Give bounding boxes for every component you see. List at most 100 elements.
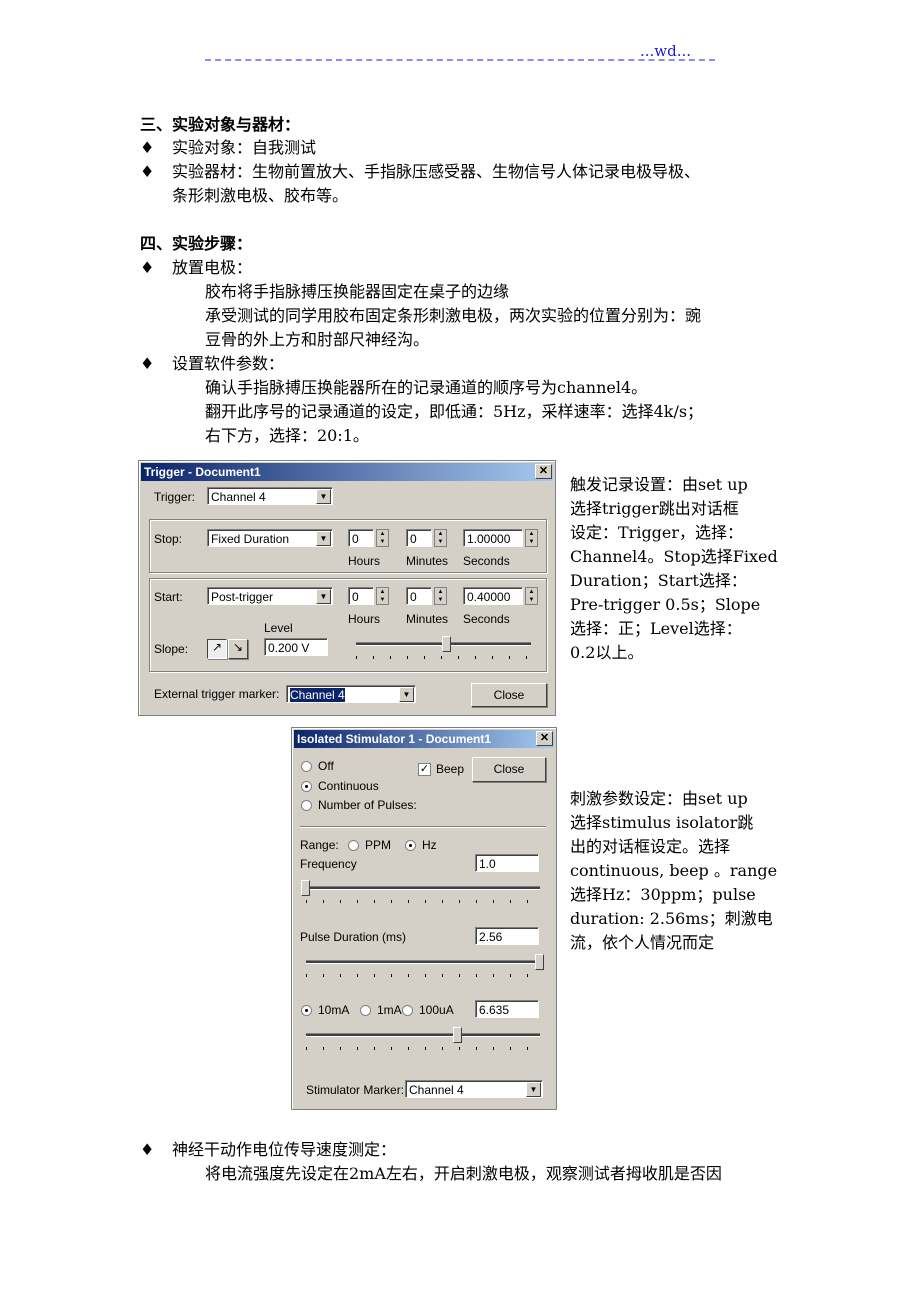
list-item: 实验对象：自我测试 [172,138,317,157]
bullet-icon: ♦ [140,258,155,277]
stimulator-dialog: Isolated Stimulator 1 - Document1 ✕ Off … [291,727,557,1110]
step-2-line: 右下方，选择：20:1。 [205,426,369,445]
header-mark: ...wd... [640,42,692,60]
ppm-label: PPM [365,838,392,852]
start-hours-input[interactable]: 0 [348,587,374,605]
note-line: 触发记录设置：由set up [570,475,748,494]
stimulator-marker-label: Stimulator Marker: [306,1083,405,1097]
close-button[interactable]: Close [472,757,546,782]
frequency-label: Frequency [300,857,357,871]
stop-value: Fixed Duration [211,532,290,546]
100ua-radio[interactable] [402,1005,413,1016]
note-line: Duration；Start选择： [570,571,747,590]
ppm-radio[interactable] [348,840,359,851]
chevron-down-icon[interactable]: ▼ [316,589,331,604]
slope-falling-button[interactable]: ↘ [228,639,248,659]
pulse-duration-slider[interactable] [306,954,544,977]
minutes-label: Minutes [406,612,449,626]
chevron-down-icon[interactable]: ▼ [526,1082,541,1097]
start-select[interactable]: Post-trigger ▼ [207,587,333,605]
slope-rising-button[interactable]: ↗ [207,639,227,659]
spinner-icon[interactable]: ▲ ▼ [525,529,538,547]
note-line: duration: 2.56ms；刺激电 [570,909,773,928]
start-seconds-input[interactable]: 0.40000 [463,587,523,605]
pulses-label: Number of Pulses: [318,798,417,812]
close-icon[interactable]: ✕ [536,731,553,746]
close-icon[interactable]: ✕ [535,464,552,479]
note-line: 选择：正；Level选择： [570,619,742,638]
start-minutes-input[interactable]: 0 [406,587,432,605]
frequency-slider[interactable] [301,880,540,903]
range-label: Range: [300,838,339,852]
note-line: 刺激参数设定：由set up [570,789,748,808]
minutes-label: Minutes [406,554,449,568]
note-line: continuous, beep 。range [570,861,778,880]
seconds-label: Seconds [463,554,510,568]
chevron-down-icon[interactable]: ▼ [316,489,331,504]
trigger-dialog: Trigger - Document1 ✕ Trigger: Channel 4… [138,460,556,716]
stop-hours-input[interactable]: 0 [348,529,374,547]
slider-thumb[interactable] [535,954,544,970]
header-divider [205,59,715,61]
trigger-label: Trigger: [154,490,195,504]
list-item: 实验器材：生物前置放大、手指脉压感受器、生物信号人体记录电极导极、 [172,162,701,181]
current-input[interactable]: 6.635 [475,1000,539,1018]
1ma-radio[interactable] [360,1005,371,1016]
10ma-label: 10mA [318,1003,350,1017]
note-line: 流，依个人情况而定 [570,933,715,952]
divider [300,826,546,828]
ext-trigger-label: External trigger marker: [154,687,280,701]
trigger-select[interactable]: Channel 4 ▼ [207,487,333,505]
bullet-icon: ♦ [140,138,155,157]
step-1-line: 承受测试的同学用胶布固定条形刺激电极，两次实验的位置分别为：豌 [205,306,702,325]
dialog-title: Trigger - Document1 [141,463,553,481]
slider-thumb[interactable] [301,880,310,896]
note-line: 选择stimulus isolator跳 [570,813,754,832]
spinner-icon[interactable]: ▲ ▼ [376,587,389,605]
hz-label: Hz [422,838,437,852]
off-radio[interactable] [301,761,312,772]
stop-minutes-input[interactable]: 0 [406,529,432,547]
close-button[interactable]: Close [471,683,547,707]
step-1-line: 豆骨的外上方和肘部尺神经沟。 [205,330,430,349]
stop-select[interactable]: Fixed Duration ▼ [207,529,333,547]
pulse-duration-input[interactable]: 2.56 [475,927,539,945]
spinner-icon[interactable]: ▲ ▼ [434,587,447,605]
pulses-radio[interactable] [301,800,312,811]
beep-checkbox[interactable]: ✓ [418,763,431,776]
1ma-label: 1mA [377,1003,402,1017]
spinner-icon[interactable]: ▲ ▼ [525,587,538,605]
level-input[interactable]: 0.200 V [264,638,328,656]
stop-label: Stop: [154,532,183,546]
chevron-down-icon[interactable]: ▼ [399,687,414,702]
note-line: 0.2以上。 [570,643,644,662]
hours-label: Hours [348,612,381,626]
chevron-down-icon[interactable]: ▼ [316,531,331,546]
frequency-input[interactable]: 1.0 [475,854,539,872]
slope-label: Slope: [154,642,189,656]
level-slider[interactable] [356,636,531,659]
hz-radio[interactable] [405,840,416,851]
dialog-title: Isolated Stimulator 1 - Document1 [294,730,554,748]
off-label: Off [318,759,334,773]
continuous-radio[interactable] [301,781,312,792]
ext-trigger-select[interactable]: Channel 4 ▼ [286,685,416,703]
continuous-label: Continuous [318,779,379,793]
spinner-icon[interactable]: ▲ ▼ [376,529,389,547]
spinner-icon[interactable]: ▲ ▼ [434,529,447,547]
start-value: Post-trigger [211,590,274,604]
note-line: 选择trigger跳出对话框 [570,499,739,518]
stop-seconds-input[interactable]: 1.00000 [463,529,523,547]
start-label: Start: [154,590,183,604]
slider-thumb[interactable] [442,636,451,652]
current-slider[interactable] [306,1027,540,1050]
note-line: 设定：Trigger，选择： [570,523,744,542]
10ma-radio[interactable] [301,1005,312,1016]
stimulator-marker-select[interactable]: Channel 4 ▼ [405,1080,543,1098]
list-item-cont: 条形刺激电极、胶布等。 [172,186,349,205]
bullet-icon: ♦ [140,1140,155,1159]
section-4-title: 四、实验步骤： [140,234,253,253]
note-line: 选择Hz：30ppm；pulse [570,885,756,904]
slider-thumb[interactable] [453,1027,463,1043]
step-3-line: 将电流强度先设定在2mA左右，开启刺激电极，观察测试者拇收肌是否因 [205,1164,722,1183]
